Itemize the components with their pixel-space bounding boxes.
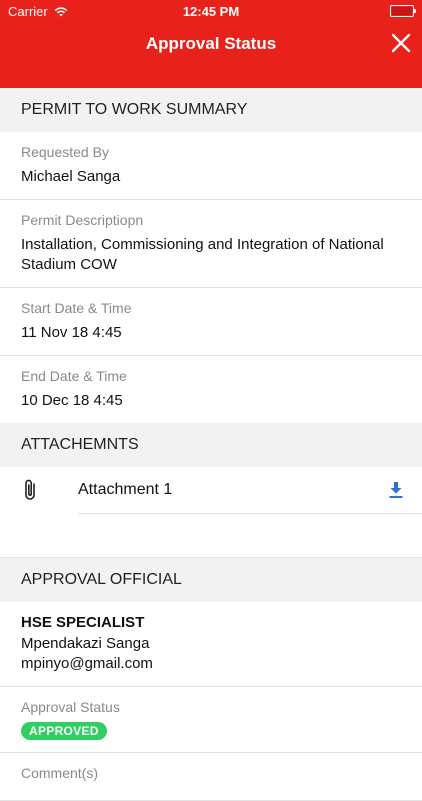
nav-bar: Approval Status [0,22,422,66]
official-field: HSE SPECIALIST Mpendakazi Sanga mpinyo@g… [0,602,422,687]
end-date-label: End Date & Time [21,368,127,384]
attachments-header: ATTACHEMNTS [0,423,422,467]
permit-description-field: Permit Descriptiopn Installation, Commis… [0,200,422,288]
summary-fields: Requested By Michael Sanga Permit Descri… [0,132,422,423]
summary-header: PERMIT TO WORK SUMMARY [0,88,422,132]
requested-by-label: Requested By [21,144,109,160]
paperclip-icon [25,479,35,500]
attachment-item[interactable]: Attachment 1 [78,467,422,514]
start-date-label: Start Date & Time [21,300,132,316]
attachment-label: Attachment 1 [78,480,173,498]
start-date-field: Start Date & Time 11 Nov 18 4:45 [0,288,422,356]
official-name: Mpendakazi Sanga [21,635,150,652]
official-role: HSE SPECIALIST [21,614,145,631]
end-date-value: 10 Dec 18 4:45 [21,392,123,409]
comments-field: Comment(s) [0,753,422,801]
status-time: 12:45 PM [182,4,240,19]
official-email: mpinyo@gmail.com [21,655,153,672]
approval-header: APPROVAL OFFICIAL [0,558,422,602]
app-header: Carrier 12:45 PM Approval Status [0,0,422,88]
close-icon[interactable] [390,32,412,54]
approval-status-field: Approval Status APPROVED [0,687,422,753]
requested-by-value: Michael Sanga [21,168,121,185]
permit-description-label: Permit Descriptiopn [21,212,144,228]
comments-label: Comment(s) [21,765,99,781]
requested-by-field: Requested By Michael Sanga [0,132,422,200]
end-date-field: End Date & Time 10 Dec 18 4:45 [0,356,422,423]
approval-status-label: Approval Status [21,699,120,715]
battery-icon [390,5,416,17]
status-bar: Carrier 12:45 PM [0,0,422,22]
permit-description-value: Installation, Commissioning and Integrat… [21,236,384,273]
attachment-row[interactable]: Attachment 1 [0,467,422,514]
start-date-value: 11 Nov 18 4:45 [21,324,122,341]
page-title: Approval Status [145,34,277,53]
download-icon[interactable] [388,481,404,499]
status-badge: APPROVED [21,722,107,740]
attachments-spacer [0,513,422,558]
